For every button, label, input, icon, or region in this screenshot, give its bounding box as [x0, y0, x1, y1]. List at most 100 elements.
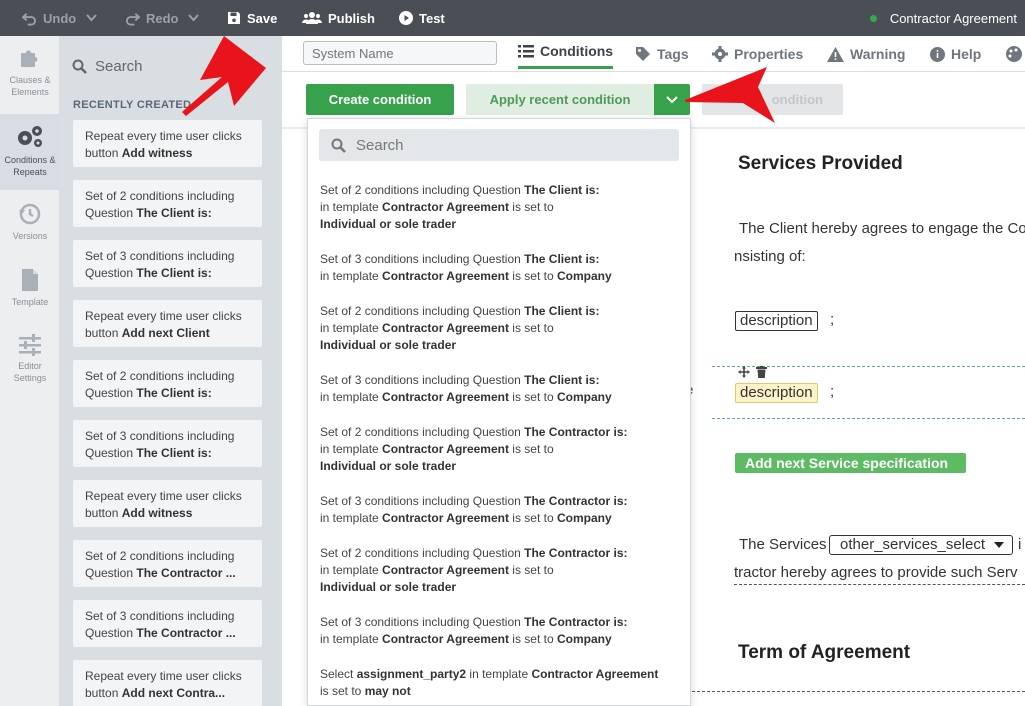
option-template: Contractor Agreement [382, 269, 509, 283]
recent-card[interactable]: Set of 3 conditions including Question Th… [73, 420, 262, 467]
save-label: Save [247, 10, 278, 26]
nav-template[interactable]: Template [0, 268, 60, 316]
recent-card[interactable]: Repeat every time user clicks button Add … [73, 120, 262, 167]
nav-label: Conditions & [4, 155, 56, 165]
card-line: Repeat every time user clicks [85, 129, 242, 143]
option-template: Contractor Agreement [531, 667, 659, 681]
card-text: button [85, 506, 122, 520]
recent-condition-option[interactable]: Set of 3 conditions including Question T… [320, 493, 682, 527]
tab-warning[interactable]: Warning [827, 36, 905, 72]
conditional-underline [692, 691, 1025, 692]
add-next-service-button[interactable]: Add next Service specification [735, 453, 966, 473]
publish-button[interactable]: Publish [302, 0, 375, 36]
nav-versions[interactable]: Versions [0, 202, 60, 250]
recent-condition-option[interactable]: Set of 2 conditions including Question T… [320, 303, 682, 354]
recent-card[interactable]: Set of 3 conditions including Question Th… [73, 600, 262, 647]
option-line: Set of 3 conditions including Question T… [320, 493, 682, 510]
option-line: Set of 2 conditions including Question T… [320, 303, 682, 320]
recent-card[interactable]: Set of 2 conditions including Question Th… [73, 540, 262, 587]
trash-icon[interactable] [756, 366, 767, 378]
recent-card[interactable]: Repeat every time user clicks button Add … [73, 660, 262, 706]
undo-button[interactable]: Undo [22, 0, 76, 36]
info-icon [930, 46, 945, 62]
option-question: The Contractor is: [524, 546, 628, 560]
recent-condition-option[interactable]: Set of 2 conditions including Question T… [320, 182, 682, 233]
option-text: in template [320, 511, 383, 525]
recent-card[interactable]: Set of 3 conditions including Question Th… [73, 240, 262, 287]
doc-paragraph: The Client hereby agrees to engage the C… [739, 220, 1025, 237]
option-text: in template [320, 632, 383, 646]
option-value: Individual or sole trader [320, 459, 457, 473]
card-bold: Add witness [121, 146, 193, 160]
recent-condition-option[interactable]: Set of 3 conditions including Question T… [320, 372, 682, 406]
option-value: Company [557, 511, 612, 525]
create-condition-button[interactable]: Create condition [306, 84, 454, 115]
option-text: Set of 2 conditions including Question [320, 304, 525, 318]
apply-recent-condition-button[interactable]: Apply recent condition [466, 84, 654, 115]
card-line: Repeat every time user clicks [85, 489, 242, 503]
dropdown-search[interactable]: Search [319, 129, 679, 161]
recent-card[interactable]: Repeat every time user clicks button Add … [73, 480, 262, 527]
recent-condition-option[interactable]: Set of 3 conditions including Question T… [320, 251, 682, 285]
recent-search[interactable]: Search [72, 58, 143, 75]
option-template: Contractor Agreement [382, 200, 509, 214]
option-line: Set of 2 conditions including Question T… [320, 545, 682, 562]
description-field-active[interactable]: description [735, 383, 818, 403]
card-text: Question [85, 266, 137, 280]
undo-history-chevron-icon[interactable] [86, 0, 97, 36]
card-bold: The Client is: [136, 266, 212, 280]
card-text: Question [85, 566, 137, 580]
move-icon[interactable] [738, 366, 750, 378]
card-line: Set of 3 conditions including [85, 249, 235, 263]
card-line: Question The Client is: [85, 205, 250, 222]
redo-history-chevron-icon[interactable] [188, 0, 199, 36]
option-line: in template Contractor Agreement is set … [320, 510, 682, 527]
recent-condition-option[interactable]: Set of 3 conditions including Question T… [320, 614, 682, 648]
option-question: The Contractor is: [524, 494, 628, 508]
recent-condition-option[interactable]: Set of 2 conditions including Question T… [320, 545, 682, 596]
card-line: button Add witness [85, 505, 250, 522]
description-field[interactable]: description [735, 311, 818, 331]
puzzle-icon [21, 50, 38, 67]
system-name-input[interactable] [303, 41, 497, 65]
option-text: in template [320, 321, 383, 335]
save-button[interactable]: Save [227, 0, 277, 36]
tab-theme[interactable] [1006, 36, 1025, 72]
document-name: Contractor Agreement [889, 10, 1017, 26]
option-template: Contractor Agreement [382, 390, 509, 404]
option-text: Select [320, 667, 357, 681]
redo-button[interactable]: Redo [125, 0, 179, 36]
left-nav: Clauses & Elements Conditions & Repeats … [0, 36, 60, 706]
recent-condition-option[interactable]: Set of 2 conditions including Question T… [320, 424, 682, 475]
card-line: Set of 2 conditions including [85, 549, 235, 563]
card-text: Question [85, 446, 137, 460]
option-text: is set to [508, 511, 557, 525]
recent-card[interactable]: Repeat every time user clicks button Add … [73, 300, 262, 347]
other-services-select[interactable]: other_services_select [829, 535, 1013, 555]
card-line: Repeat every time user clicks [85, 309, 242, 323]
option-value: Company [557, 390, 612, 404]
nav-conditions-repeats[interactable]: Conditions & Repeats [0, 114, 60, 190]
undo-icon [22, 12, 37, 26]
editor-header: Conditions Tags Properties Warning Help [282, 36, 1025, 72]
option-value: Individual or sole trader [320, 580, 457, 594]
option-text: in template [320, 563, 383, 577]
tab-label: Help [951, 46, 982, 62]
nav-editor-settings[interactable]: Editor Settings [0, 334, 60, 394]
card-line: Set of 2 conditions including [85, 189, 235, 203]
test-button[interactable]: Test [399, 0, 445, 36]
recent-card[interactable]: Set of 2 conditions including Question Th… [73, 360, 262, 407]
annotation-arrow-icon [182, 36, 266, 116]
tab-tags[interactable]: Tags [635, 36, 689, 72]
annotation-arrow-icon [685, 67, 775, 123]
option-text: is set to [508, 390, 557, 404]
option-line: Set of 2 conditions including Question T… [320, 424, 682, 441]
tab-help[interactable]: Help [930, 36, 981, 72]
tab-conditions[interactable]: Conditions [518, 36, 614, 69]
recent-condition-option[interactable]: Select assignment_party2 in template Con… [320, 666, 682, 700]
nav-clauses-elements[interactable]: Clauses & Elements [0, 46, 60, 106]
recent-card[interactable]: Set of 2 conditions including Question Th… [73, 180, 262, 227]
option-text: Set of 3 conditions including Question [320, 373, 525, 387]
block-controls [738, 366, 767, 378]
save-icon [228, 12, 240, 24]
